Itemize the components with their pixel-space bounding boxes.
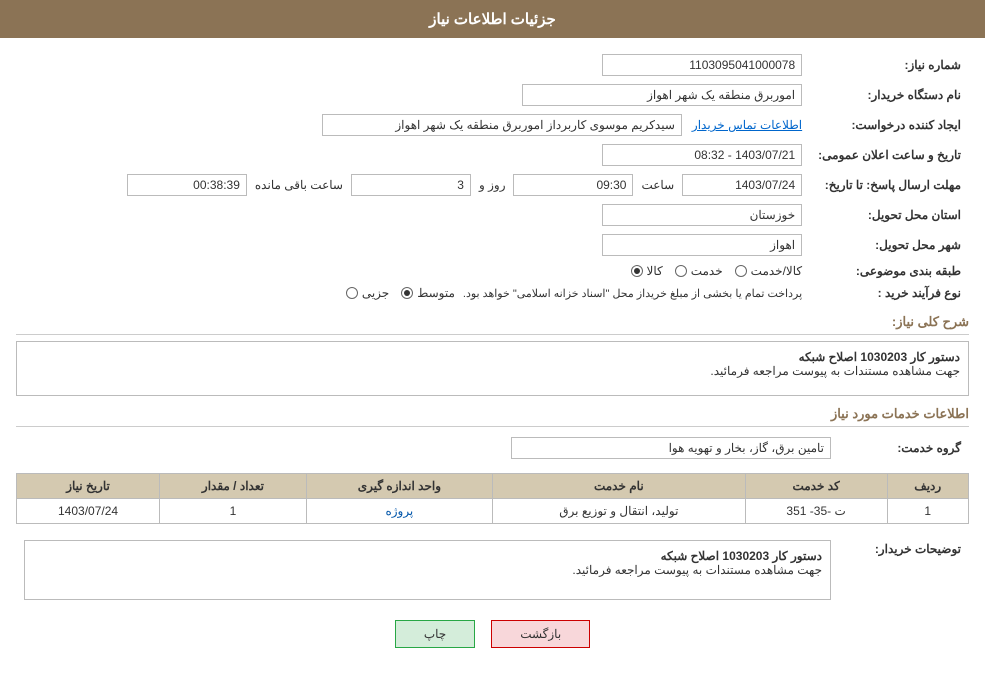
category-radio-goods[interactable] [631, 265, 643, 277]
general-desc-section-title: شرح کلی نیاز: [16, 314, 969, 335]
category-label: طبقه بندی موضوعی: [810, 260, 969, 282]
cell-name: تولید، انتقال و توزیع برق [492, 499, 745, 524]
response-row: 1403/07/24 ساعت 09:30 روز و 3 ساعت باقی … [24, 174, 802, 196]
service-group-value: تامین برق، گاز، بخار و تهویه هوا [511, 437, 831, 459]
cell-quantity: 1 [160, 499, 307, 524]
purchase-note: پرداخت تمام یا بخشی از مبلغ خریداز محل "… [463, 287, 802, 300]
purchase-option-medium[interactable]: متوسط [401, 286, 455, 300]
buyer-desc-table: توضیحات خریدار: دستور کار 1030203 اصلاح … [16, 536, 969, 604]
purchase-radio-medium[interactable] [401, 287, 413, 299]
category-label-goods-service: کالا/خدمت [751, 264, 802, 278]
cell-row-num: 1 [887, 499, 969, 524]
col-header-date: تاریخ نیاز [17, 474, 160, 499]
category-label-service: خدمت [691, 264, 723, 278]
category-option-service[interactable]: خدمت [675, 264, 723, 278]
category-option-goods[interactable]: کالا [631, 264, 663, 278]
city-value: اهواز [602, 234, 802, 256]
remaining-label: ساعت باقی مانده [255, 178, 343, 192]
buyer-desc-text: دستور کار 1030203 اصلاح شبکه [33, 549, 822, 563]
category-radio-goods-service[interactable] [735, 265, 747, 277]
response-deadline-label: مهلت ارسال پاسخ: تا تاریخ: [810, 170, 969, 200]
purchase-radio-minor[interactable] [346, 287, 358, 299]
buyer-org-label: نام دستگاه خریدار: [810, 80, 969, 110]
need-number-value: 1103095041000078 [602, 54, 802, 76]
creator-label: ایجاد کننده درخواست: [810, 110, 969, 140]
col-header-row: ردیف [887, 474, 969, 499]
purchase-label-medium: متوسط [417, 286, 455, 300]
days-value: 3 [351, 174, 471, 196]
purchase-type-row: پرداخت تمام یا بخشی از مبلغ خریداز محل "… [24, 286, 802, 300]
category-option-goods-service[interactable]: کالا/خدمت [735, 264, 802, 278]
col-header-code: کد خدمت [745, 474, 887, 499]
cell-unit: پروژه [306, 499, 492, 524]
back-button[interactable]: بازگشت [491, 620, 590, 648]
buyer-desc-box: دستور کار 1030203 اصلاح شبکه جهت مشاهده … [24, 540, 831, 600]
response-time: 09:30 [513, 174, 633, 196]
purchase-label-minor: جزیی [362, 286, 389, 300]
category-label-goods: کالا [647, 264, 663, 278]
general-desc-sub: جهت مشاهده مستندات به پیوست مراجعه فرمائ… [25, 364, 960, 378]
province-value: خوزستان [602, 204, 802, 226]
creator-contact-link[interactable]: اطلاعات تماس خریدار [692, 118, 802, 132]
need-number-label: شماره نیاز: [810, 50, 969, 80]
col-header-quantity: تعداد / مقدار [160, 474, 307, 499]
general-desc-container: دستور کار 1030203 اصلاح شبکه جهت مشاهده … [16, 341, 969, 396]
print-button[interactable]: چاپ [395, 620, 475, 648]
response-time-label: ساعت [641, 178, 674, 192]
general-desc-text: دستور کار 1030203 اصلاح شبکه [25, 350, 960, 364]
service-info-section-title: اطلاعات خدمات مورد نیاز [16, 406, 969, 427]
buyer-desc-sub: جهت مشاهده مستندات به پیوست مراجعه فرمائ… [33, 563, 822, 577]
announce-date-value: 1403/07/21 - 08:32 [602, 144, 802, 166]
announce-date-label: تاریخ و ساعت اعلان عمومی: [810, 140, 969, 170]
buyer-desc-label: توضیحات خریدار: [839, 536, 969, 604]
col-header-unit: واحد اندازه گیری [306, 474, 492, 499]
category-radio-service[interactable] [675, 265, 687, 277]
table-row: 1 ت -35- 351 تولید، انتقال و توزیع برق پ… [17, 499, 969, 524]
general-desc-box: دستور کار 1030203 اصلاح شبکه جهت مشاهده … [16, 341, 969, 396]
creator-value: سیدکریم موسوی کاربرداز اموربرق منطقه یک … [322, 114, 682, 136]
page-header: جزئیات اطلاعات نیاز [0, 0, 985, 38]
cell-date: 1403/07/24 [17, 499, 160, 524]
purchase-option-minor[interactable]: جزیی [346, 286, 389, 300]
cell-code: ت -35- 351 [745, 499, 887, 524]
service-items-table: ردیف کد خدمت نام خدمت واحد اندازه گیری ت… [16, 473, 969, 524]
remaining-value: 00:38:39 [127, 174, 247, 196]
buttons-row: بازگشت چاپ [16, 620, 969, 648]
service-group-label: گروه خدمت: [839, 433, 969, 463]
province-label: استان محل تحویل: [810, 200, 969, 230]
city-label: شهر محل تحویل: [810, 230, 969, 260]
response-date: 1403/07/24 [682, 174, 802, 196]
buyer-org-value: اموربرق منطقه یک شهر اهواز [522, 84, 802, 106]
purchase-radio-group: متوسط جزیی [346, 286, 455, 300]
page-title: جزئیات اطلاعات نیاز [429, 11, 556, 28]
service-group-table: گروه خدمت: تامین برق، گاز، بخار و تهویه … [16, 433, 969, 463]
category-radio-group: کالا/خدمت خدمت کالا [631, 264, 803, 278]
purchase-type-label: نوع فرآیند خرید : [810, 282, 969, 304]
days-label: روز و [479, 178, 506, 192]
col-header-name: نام خدمت [492, 474, 745, 499]
main-info-table: شماره نیاز: 1103095041000078 نام دستگاه … [16, 50, 969, 304]
